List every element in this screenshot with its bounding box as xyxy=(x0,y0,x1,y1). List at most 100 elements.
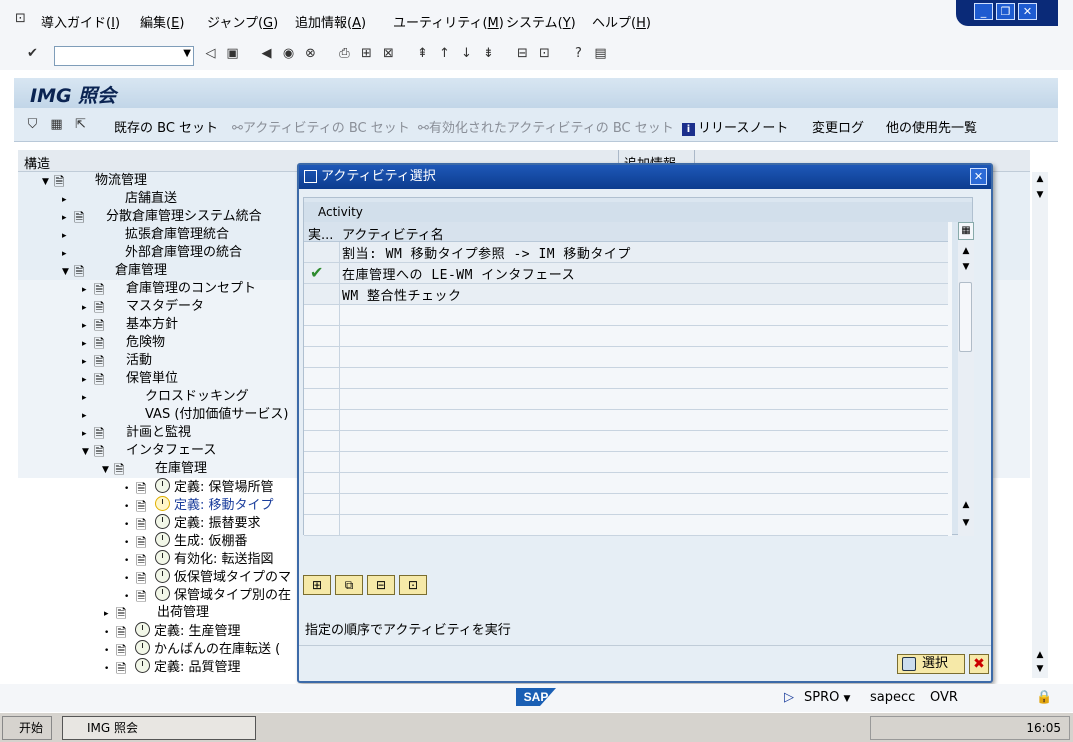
release-notes-button[interactable]: i リリースノート xyxy=(682,117,788,136)
caret-right-icon[interactable]: ▸ xyxy=(82,299,94,317)
menu-utilities[interactable]: ユーティリティ(M) xyxy=(393,12,504,31)
execute-clock-icon[interactable] xyxy=(155,532,170,547)
filter-icon[interactable]: ⛉ xyxy=(24,116,41,133)
prev-page-icon[interactable]: ↑ xyxy=(436,45,453,62)
cancel-button[interactable]: ✖ xyxy=(969,654,989,674)
tree-node[interactable]: ▸ 🗎 危険物 xyxy=(82,334,165,352)
caret-right-icon[interactable]: ▸ xyxy=(82,353,94,371)
document-icon[interactable]: ▦ xyxy=(48,116,65,133)
transport-icon[interactable]: ⇱ xyxy=(72,116,89,133)
tree-node[interactable]: ▸ 🗎 計画と監視 xyxy=(82,424,191,442)
scroll-down-icon[interactable]: ▼ xyxy=(958,516,974,530)
first-page-icon[interactable]: ⇞ xyxy=(414,45,431,62)
minimize-icon[interactable]: _ xyxy=(974,3,993,20)
bc-set-button[interactable]: 既存の BC セット xyxy=(114,117,218,136)
save-icon[interactable]: ▣ xyxy=(224,45,241,62)
scroll-down-icon[interactable]: ▼ xyxy=(1032,188,1048,202)
execute-clock-icon[interactable] xyxy=(155,478,170,493)
exit-icon[interactable]: ◉ xyxy=(280,45,297,62)
tree-leaf[interactable]: • 🗎 有効化: 転送指図 xyxy=(124,550,274,569)
change-log-button[interactable]: 変更ログ xyxy=(812,117,864,136)
caret-right-icon[interactable]: ▸ xyxy=(62,227,74,245)
exec-cell[interactable] xyxy=(304,242,340,262)
scroll-up-icon[interactable]: ▲ xyxy=(958,498,974,512)
chevron-down-icon[interactable]: ▼ xyxy=(183,48,191,59)
transaction-code[interactable]: SPRO ▼ xyxy=(804,690,850,705)
tree-node[interactable]: ▸ 🗎 基本方針 xyxy=(82,316,178,334)
tree-node[interactable]: ▸ 外部倉庫管理の統合 xyxy=(62,244,242,262)
exec-cell[interactable] xyxy=(304,284,340,304)
caret-down-icon[interactable]: ▼ xyxy=(102,461,114,479)
execute-clock-icon[interactable] xyxy=(155,586,170,601)
menu-guide[interactable]: 導入ガイド(I) xyxy=(41,12,120,31)
deselect-icon[interactable]: ⊟ xyxy=(367,575,395,595)
caret-right-icon[interactable]: ▸ xyxy=(62,245,74,263)
back-icon[interactable]: ◀ xyxy=(258,45,275,62)
tree-leaf-selected[interactable]: • 🗎 定義: 移動タイプ xyxy=(124,496,274,515)
caret-down-icon[interactable]: ▼ xyxy=(82,443,94,461)
caret-right-icon[interactable]: ▸ xyxy=(82,407,94,425)
tree-node[interactable]: ▼ 🗎 倉庫管理 xyxy=(62,262,167,280)
scroll-up-icon[interactable]: ▲ xyxy=(958,244,974,258)
close-icon[interactable]: ✕ xyxy=(970,168,987,185)
input-mode[interactable]: OVR xyxy=(930,690,958,705)
table-row[interactable]: WM 整合性チェック xyxy=(304,284,948,305)
tree-leaf[interactable]: • 🗎 定義: 生産管理 xyxy=(104,622,241,641)
other-usage-button[interactable]: 他の使用先一覧 xyxy=(886,117,977,136)
tree-node[interactable]: ▸ 店舗直送 xyxy=(62,190,177,208)
restore-icon[interactable]: ❐ xyxy=(996,3,1015,20)
caret-right-icon[interactable]: ▸ xyxy=(82,335,94,353)
caret-right-icon[interactable]: ▸ xyxy=(82,317,94,335)
caret-down-icon[interactable]: ▼ xyxy=(62,263,74,281)
caret-right-icon[interactable]: ▸ xyxy=(104,605,116,623)
caret-right-icon[interactable]: ▸ xyxy=(82,371,94,389)
close-icon[interactable]: ✕ xyxy=(1018,3,1037,20)
table-row[interactable]: ✔ 在庫管理への LE-WM インタフェース xyxy=(304,263,948,284)
menu-system[interactable]: システム(Y) xyxy=(506,12,576,31)
command-field[interactable]: ▼ xyxy=(54,46,194,66)
tree-node[interactable]: ▸ 🗎 活動 xyxy=(82,352,152,370)
select-all-icon[interactable]: ⊞ xyxy=(303,575,331,595)
print-icon[interactable]: ⎙ xyxy=(336,45,353,62)
back-arrow-icon[interactable]: ◁ xyxy=(202,45,219,62)
scroll-down-icon[interactable]: ▼ xyxy=(958,260,974,274)
caret-right-icon[interactable]: ▸ xyxy=(82,389,94,407)
menu-jump[interactable]: ジャンプ(G) xyxy=(207,12,278,31)
activated-bc-set-button[interactable]: ⚯有効化されたアクティビティの BC セット xyxy=(418,117,674,136)
tree-node[interactable]: ▸ クロスドッキング xyxy=(82,388,249,406)
enter-check-icon[interactable]: ✔ xyxy=(24,45,41,62)
table-row[interactable]: 割当: WM 移動タイプ参照 -> IM 移動タイプ xyxy=(304,242,948,263)
copy-icon[interactable]: ⧉ xyxy=(335,575,363,595)
tree-node[interactable]: ▸ 🗎 分散倉庫管理システム統合 xyxy=(62,208,262,226)
tree-node[interactable]: ▸ VAS (付加価値サービス) xyxy=(82,406,288,424)
execute-clock-icon[interactable] xyxy=(155,514,170,529)
tree-leaf[interactable]: • 🗎 定義: 保管場所管 xyxy=(124,478,274,497)
layout-menu-icon[interactable]: ▤ xyxy=(592,45,609,62)
tree-leaf[interactable]: • 🗎 かんばんの在庫転送 ( xyxy=(104,640,280,659)
tree-node[interactable]: ▸ 🗎 保管単位 xyxy=(82,370,178,388)
tree-leaf[interactable]: • 🗎 仮保管域タイプのマ xyxy=(124,568,291,587)
column-header-exec[interactable]: 実... xyxy=(308,224,333,243)
help-icon[interactable]: ? xyxy=(570,45,587,62)
execute-clock-icon[interactable] xyxy=(155,568,170,583)
tree-node[interactable]: ▸ 拡張倉庫管理統合 xyxy=(62,226,229,244)
tree-node[interactable]: ▼ 🗎 インタフェース xyxy=(82,442,216,460)
tree-node[interactable]: ▸ 🗎 出荷管理 xyxy=(104,604,209,622)
tree-leaf[interactable]: • 🗎 定義: 振替要求 xyxy=(124,514,261,533)
tree-node[interactable]: ▼ 🗎 在庫管理 xyxy=(102,460,207,478)
menu-edit[interactable]: 編集(E) xyxy=(140,12,184,31)
execute-clock-icon[interactable] xyxy=(135,622,150,637)
caret-right-icon[interactable]: ▸ xyxy=(82,425,94,443)
tree-leaf[interactable]: • 🗎 生成: 仮棚番 xyxy=(124,532,248,551)
caret-down-icon[interactable]: ▼ xyxy=(42,173,54,191)
play-icon[interactable]: ▷ xyxy=(784,690,794,705)
new-session-icon[interactable]: ⊟ xyxy=(514,45,531,62)
find-icon[interactable]: ⊞ xyxy=(358,45,375,62)
caret-right-icon[interactable]: ▸ xyxy=(82,281,94,299)
tree-leaf[interactable]: • 🗎 保管域タイプ別の在 xyxy=(124,586,291,605)
execute-clock-icon[interactable] xyxy=(135,658,150,673)
scroll-up-icon[interactable]: ▲ xyxy=(1032,648,1048,662)
caret-right-icon[interactable]: ▸ xyxy=(62,191,74,209)
column-header-structure[interactable]: 構造 xyxy=(24,153,50,172)
select-button[interactable]: 選択 xyxy=(897,654,965,674)
